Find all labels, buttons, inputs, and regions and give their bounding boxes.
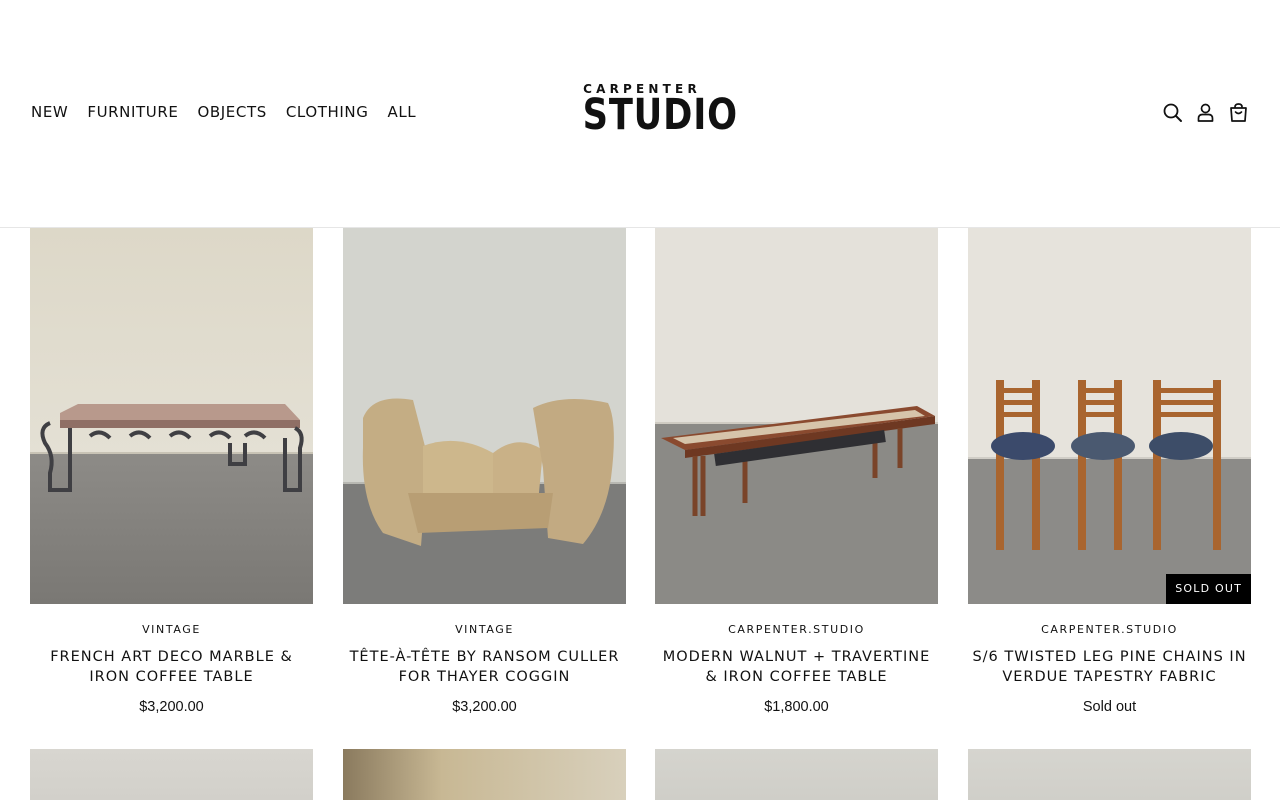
search-icon[interactable]: [1162, 102, 1183, 123]
nav-all[interactable]: ALL: [387, 101, 416, 123]
product-card[interactable]: SOLD OUT CARPENTER.STUDIO S/6 TWISTED LE…: [968, 228, 1251, 717]
account-icon[interactable]: [1195, 102, 1216, 123]
product-price: Sold out: [1082, 699, 1137, 715]
sold-out-badge: SOLD OUT: [1166, 574, 1251, 604]
product-image[interactable]: [30, 228, 313, 604]
site-logo[interactable]: CARPENTER STUDIO: [570, 82, 738, 140]
product-card[interactable]: VINTAGE TÊTE-À-TÊTE BY RANSOM CULLER FOR…: [343, 228, 626, 717]
product-image[interactable]: SOLD OUT: [968, 228, 1251, 604]
product-image[interactable]: [343, 228, 626, 604]
cart-icon[interactable]: [1228, 102, 1249, 123]
nav-clothing[interactable]: CLOTHING: [286, 101, 369, 123]
product-vendor: VINTAGE: [455, 623, 514, 636]
product-title[interactable]: S/6 TWISTED LEG PINE CHAINS IN VERDUE TA…: [968, 648, 1251, 687]
product-card[interactable]: CARPENTER.STUDIO MODERN WALNUT + TRAVERT…: [655, 228, 938, 717]
nav-furniture[interactable]: FURNITURE: [87, 101, 178, 123]
product-price: $3,200.00: [452, 699, 517, 715]
product-vendor: VINTAGE: [142, 623, 201, 636]
site-header: NEW FURNITURE OBJECTS CLOTHING ALL CARPE…: [0, 0, 1280, 228]
product-title[interactable]: MODERN WALNUT + TRAVERTINE & IRON COFFEE…: [655, 648, 938, 687]
product-image[interactable]: [968, 749, 1251, 800]
nav-objects[interactable]: OBJECTS: [197, 101, 266, 123]
main-nav: NEW FURNITURE OBJECTS CLOTHING ALL: [31, 101, 416, 123]
product-image[interactable]: [655, 228, 938, 604]
nav-new[interactable]: NEW: [31, 101, 68, 123]
product-card[interactable]: VINTAGE FRENCH ART DECO MARBLE & IRON CO…: [30, 228, 313, 717]
product-title[interactable]: FRENCH ART DECO MARBLE & IRON COFFEE TAB…: [30, 648, 313, 687]
product-title[interactable]: TÊTE-À-TÊTE BY RANSOM CULLER FOR THAYER …: [343, 648, 626, 687]
product-image[interactable]: [30, 749, 313, 800]
product-image[interactable]: [655, 749, 938, 800]
product-price: $3,200.00: [139, 699, 204, 715]
header-icons: [1162, 102, 1249, 123]
logo-main-text: STUDIO: [582, 90, 738, 140]
product-price: $1,800.00: [764, 699, 829, 715]
product-vendor: CARPENTER.STUDIO: [728, 623, 865, 636]
product-image[interactable]: [343, 749, 626, 800]
product-vendor: CARPENTER.STUDIO: [1041, 623, 1178, 636]
